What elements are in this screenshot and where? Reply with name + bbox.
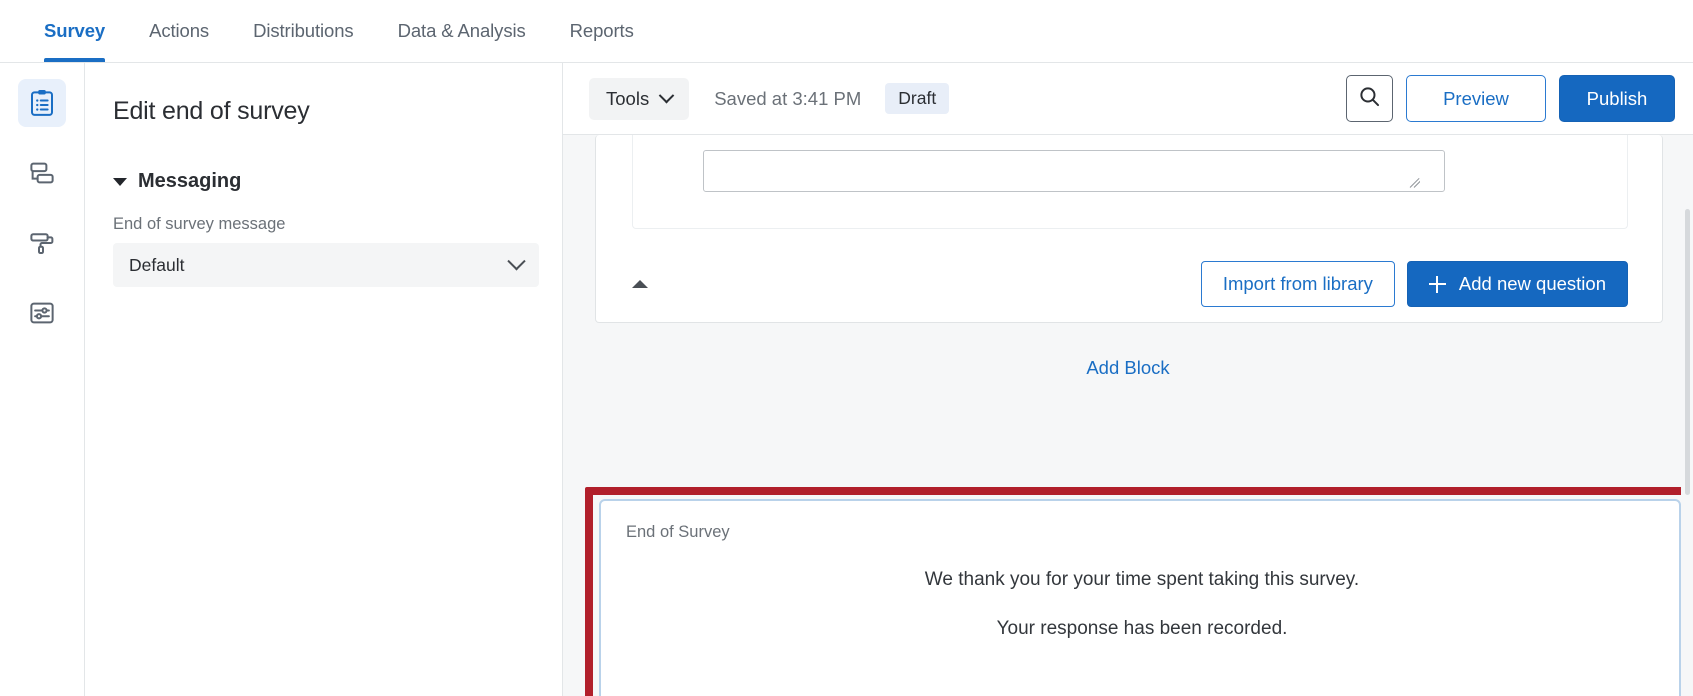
search-button[interactable] (1346, 75, 1393, 122)
publish-button-label: Publish (1586, 87, 1648, 109)
import-from-library-label: Import from library (1222, 273, 1373, 294)
resize-grip-icon[interactable] (1409, 177, 1420, 188)
triangle-down-icon (113, 177, 127, 186)
sidebar-item-survey-builder[interactable] (18, 79, 66, 127)
tools-button[interactable]: Tools (589, 77, 690, 120)
add-block-link[interactable]: Add Block (563, 357, 1693, 379)
preview-button[interactable]: Preview (1406, 75, 1546, 122)
sidebar-item-survey-flow[interactable] (18, 149, 66, 197)
status-badge: Draft (885, 83, 950, 114)
qualtrics-survey-editor: Survey Actions Distributions Data & Anal… (0, 0, 1693, 696)
chevron-down-icon (658, 87, 675, 104)
sidebar-item-survey-options[interactable] (18, 289, 66, 337)
canvas-scrollbar-thumb[interactable] (1685, 209, 1690, 495)
triangle-up-icon[interactable] (632, 280, 648, 288)
publish-button[interactable]: Publish (1559, 75, 1675, 122)
question-answer-input[interactable] (703, 150, 1445, 192)
tools-button-label: Tools (606, 87, 650, 109)
sliders-icon (27, 298, 57, 328)
left-icon-rail (0, 63, 85, 696)
chevron-down-icon (507, 251, 526, 270)
edit-end-of-survey-panel: Edit end of survey Messaging End of surv… (85, 63, 563, 696)
preview-button-label: Preview (1443, 87, 1509, 109)
tab-survey[interactable]: Survey (22, 0, 127, 62)
messaging-section-label: Messaging (138, 170, 242, 192)
page-title: Edit end of survey (113, 97, 310, 125)
end-of-survey-message-select[interactable]: Default (113, 243, 539, 287)
main-content: Tools Saved at 3:41 PM Draft Preview Pub… (563, 63, 1693, 696)
paint-roller-icon (27, 228, 57, 258)
canvas-scrollbar-track[interactable] (1681, 207, 1693, 696)
end-of-survey-message-line-1: We thank you for your time spent taking … (924, 569, 1360, 590)
messaging-section-header[interactable]: Messaging (113, 170, 534, 193)
clipboard-list-icon (27, 88, 57, 118)
end-of-survey-message-value: Default (129, 254, 185, 275)
import-from-library-button[interactable]: Import from library (1200, 261, 1395, 307)
saved-status-text: Saved at 3:41 PM (714, 87, 862, 109)
add-block-label: Add Block (1086, 357, 1170, 378)
question-card[interactable] (632, 135, 1628, 229)
survey-canvas: Import from library Add new question Add… (563, 135, 1693, 696)
search-icon (1357, 84, 1382, 114)
add-new-question-label: Add new question (1458, 273, 1606, 294)
survey-flow-icon (27, 158, 57, 188)
add-new-question-button[interactable]: Add new question (1406, 261, 1628, 307)
survey-block-card: Import from library Add new question (595, 135, 1663, 323)
top-navigation-bar: Survey Actions Distributions Data & Anal… (0, 0, 1693, 63)
editor-toolbar: Tools Saved at 3:41 PM Draft Preview Pub… (563, 63, 1693, 135)
tab-reports[interactable]: Reports (548, 0, 656, 62)
plus-icon (1428, 275, 1446, 293)
end-of-survey-message-label: End of survey message (113, 215, 286, 233)
end-of-survey-message-line-2: Your response has been recorded. (996, 618, 1288, 639)
tab-actions[interactable]: Actions (127, 0, 231, 62)
end-of-survey-label: End of Survey (626, 523, 730, 541)
tab-data-and-analysis[interactable]: Data & Analysis (376, 0, 548, 62)
sidebar-item-look-and-feel[interactable] (18, 219, 66, 267)
block-action-row: Import from library Add new question (596, 245, 1664, 323)
end-of-survey-card[interactable]: End of Survey We thank you for your time… (599, 499, 1681, 696)
end-of-survey-highlight: End of Survey We thank you for your time… (585, 487, 1693, 696)
tab-distributions[interactable]: Distributions (231, 0, 376, 62)
